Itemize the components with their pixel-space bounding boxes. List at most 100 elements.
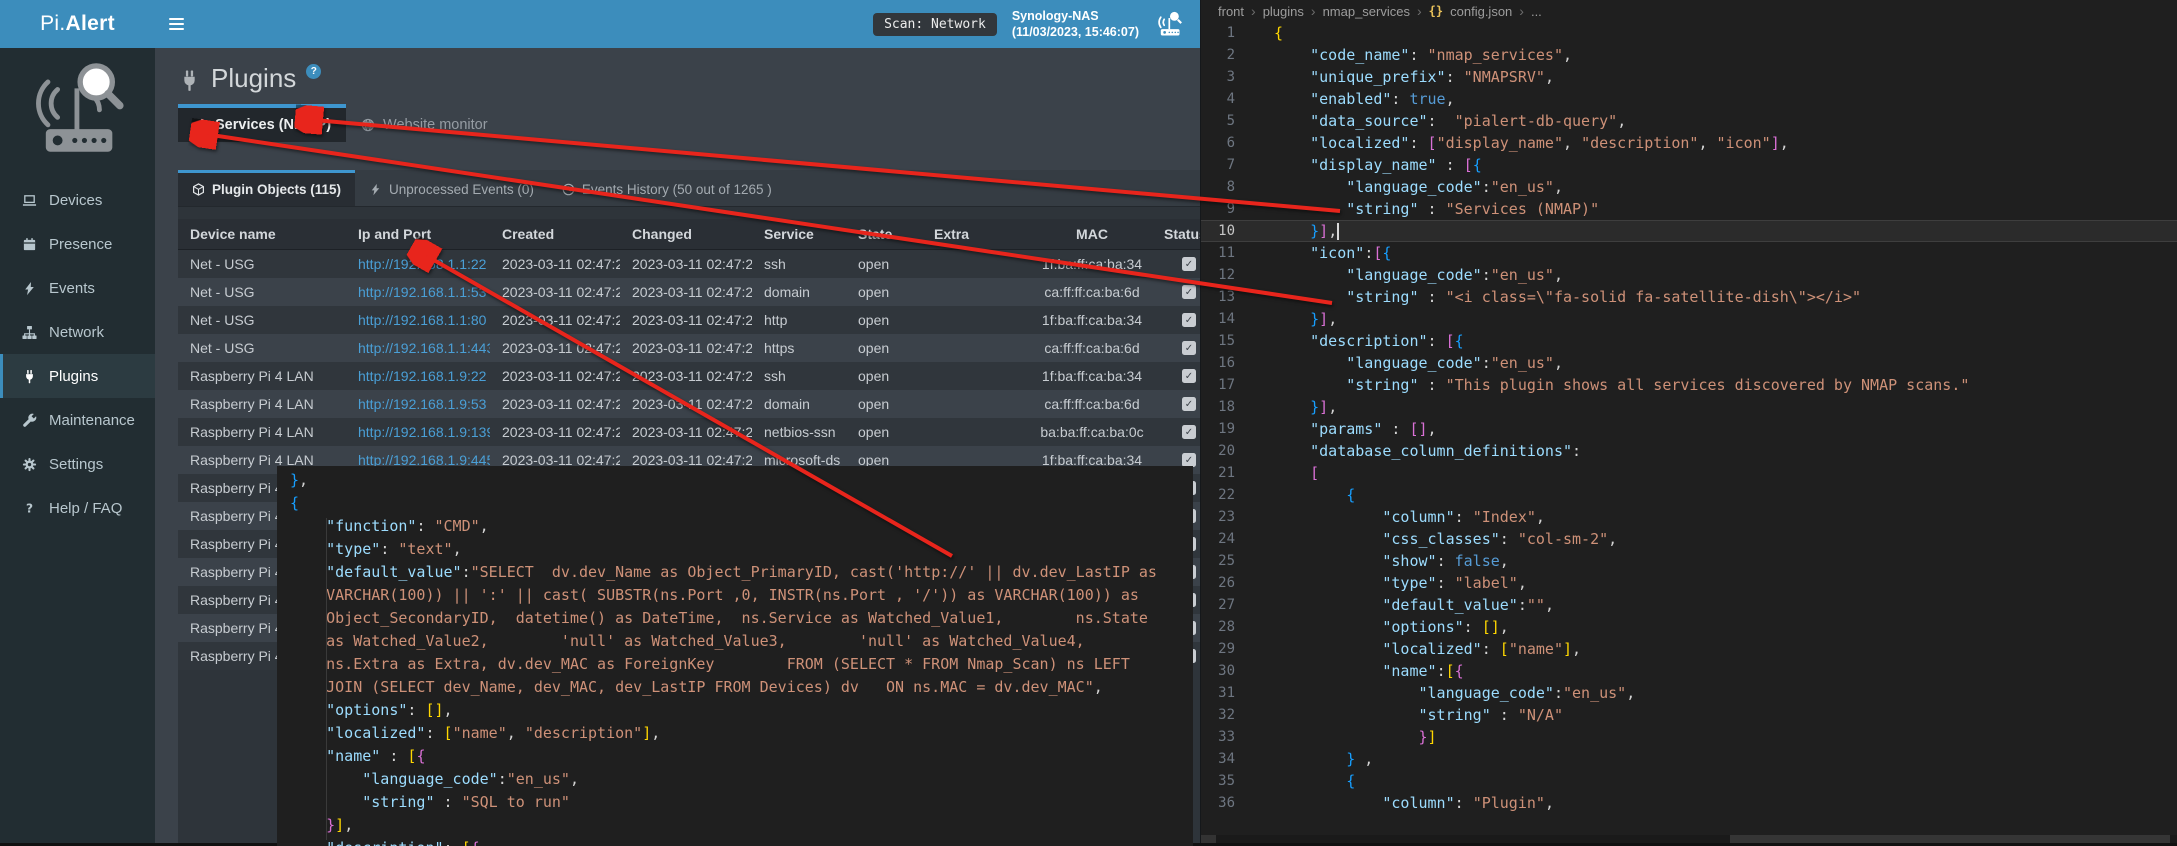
sidebar-item-settings[interactable]: Settings <box>0 442 155 486</box>
braces-icon: {} <box>1429 4 1443 18</box>
line-number: 27 <box>1201 594 1235 616</box>
line-number: 8 <box>1201 176 1235 198</box>
status-checkbox[interactable]: ✓ <box>1182 313 1196 327</box>
cell-ip-and-port: http://192.168.1.1:22 <box>346 256 490 272</box>
overlay-code-line: Object_SecondaryID, datetime() as DateTi… <box>290 607 1193 630</box>
column-header-created[interactable]: Created <box>490 226 620 242</box>
brand-prefix: Pi. <box>40 12 65 36</box>
status-checkbox[interactable]: ✓ <box>1182 285 1196 299</box>
cell-status: ✓ <box>1152 341 1200 355</box>
sidebar-item-help-faq[interactable]: ?Help / FAQ <box>0 486 155 530</box>
cell-state: open <box>846 256 922 272</box>
line-number: 2 <box>1201 44 1235 66</box>
pialert-mini-logo-icon <box>1154 9 1188 39</box>
device-url-link[interactable]: http://192.168.1.9:53 <box>358 396 486 412</box>
panel-tab-events-history-50-out-of-1265[interactable]: Events History (50 out of 1265 ) <box>548 170 786 206</box>
sidebar-item-devices[interactable]: Devices <box>0 178 155 222</box>
line-number: 23 <box>1201 506 1235 528</box>
column-header-extra[interactable]: Extra <box>922 226 1032 242</box>
code-line: 33 }] <box>1201 726 2177 748</box>
status-checkbox[interactable]: ✓ <box>1182 425 1196 439</box>
panel-tab-plugin-objects-115[interactable]: Plugin Objects (115) <box>178 170 355 206</box>
plug-icon <box>22 369 37 384</box>
sidebar-item-plugins[interactable]: Plugins <box>0 354 155 398</box>
cell-created: 2023-03-11 02:47:20 <box>490 284 620 300</box>
table-row: Net - USGhttp://192.168.1.1:222023-03-11… <box>178 250 1200 278</box>
help-badge[interactable]: ? <box>306 64 321 79</box>
column-header-mac[interactable]: MAC <box>1032 226 1152 242</box>
column-header-status[interactable]: Status <box>1152 226 1200 242</box>
column-header-state[interactable]: State <box>846 226 922 242</box>
editor-code-area[interactable]: 1{2 "code_name": "nmap_services",3 "uniq… <box>1201 22 2177 814</box>
line-number: 29 <box>1201 638 1235 660</box>
breadcrumb: front›plugins›nmap_services›{}config.jso… <box>1201 0 2177 22</box>
cell-status: ✓ <box>1152 313 1200 327</box>
sidebar-item-maintenance[interactable]: Maintenance <box>0 398 155 442</box>
cell-changed: 2023-03-11 02:47:20 <box>620 312 752 328</box>
code-line: 29 "localized": ["name"], <box>1201 638 2177 660</box>
status-checkbox[interactable]: ✓ <box>1182 341 1196 355</box>
host-timestamp: (11/03/2023, 15:46:07) <box>1012 24 1139 40</box>
code-line: 16 "language_code":"en_us", <box>1201 352 2177 374</box>
breadcrumb-plugins[interactable]: plugins <box>1263 4 1304 19</box>
code-line: 11 "icon":[{ <box>1201 242 2177 264</box>
tab-services-nmap[interactable]: Services (NMAP) <box>178 104 346 142</box>
scrollbar-thumb[interactable] <box>1730 835 2170 843</box>
status-checkbox[interactable]: ✓ <box>1182 453 1196 467</box>
code-line: 19 "params" : [], <box>1201 418 2177 440</box>
sidebar-item-network[interactable]: Network <box>0 310 155 354</box>
top-navbar: Pi.Alert Scan: Network Synology-NAS (11/… <box>0 0 1200 48</box>
sidebar-item-events[interactable]: Events <box>0 266 155 310</box>
code-line: 13 "string" : "<i class=\"fa-solid fa-sa… <box>1201 286 2177 308</box>
cell-created: 2023-03-11 02:47:20 <box>490 340 620 356</box>
brand-logo[interactable]: Pi.Alert <box>0 0 155 48</box>
column-header-ip-and-port[interactable]: Ip and Port <box>346 226 490 242</box>
line-number: 5 <box>1201 110 1235 132</box>
breadcrumb-separator: › <box>1311 3 1316 19</box>
line-number: 21 <box>1201 462 1235 484</box>
status-checkbox[interactable]: ✓ <box>1182 369 1196 383</box>
device-url-link[interactable]: http://192.168.1.1:443 <box>358 340 490 356</box>
table-header-row: Device nameIp and PortCreatedChangedServ… <box>178 219 1200 250</box>
tab-website-monitor[interactable]: Website monitor <box>346 104 503 142</box>
status-checkbox[interactable]: ✓ <box>1182 397 1196 411</box>
sidebar-item-label: Plugins <box>49 368 98 385</box>
code-line: 25 "show": false, <box>1201 550 2177 572</box>
device-url-link[interactable]: http://192.168.1.9:139 <box>358 424 490 440</box>
sidebar-item-presence[interactable]: Presence <box>0 222 155 266</box>
breadcrumb-nmap-services[interactable]: nmap_services <box>1323 4 1410 19</box>
breadcrumb-config-json[interactable]: config.json <box>1450 4 1512 19</box>
line-number: 13 <box>1201 286 1235 308</box>
cell-status: ✓ <box>1152 425 1200 439</box>
text-cursor <box>1337 223 1339 240</box>
breadcrumb-[interactable]: ... <box>1531 4 1542 19</box>
column-header-changed[interactable]: Changed <box>620 226 752 242</box>
cell-mac: 1f:ba:ff:ca:ba:34 <box>1032 312 1152 328</box>
status-checkbox[interactable]: ✓ <box>1182 257 1196 271</box>
page-title: Plugins <box>211 63 296 93</box>
cell-changed: 2023-03-11 02:47:20 <box>620 340 752 356</box>
device-url-link[interactable]: http://192.168.1.1:80 <box>358 312 486 328</box>
sidebar-item-label: Events <box>49 280 95 297</box>
cell-status: ✓ <box>1152 257 1200 271</box>
pialert-logo <box>0 48 155 172</box>
panel-tab-unprocessed-events-0[interactable]: Unprocessed Events (0) <box>355 170 548 206</box>
cell-service: netbios-ssn <box>752 424 846 440</box>
device-url-link[interactable]: http://192.168.1.9:22 <box>358 368 486 384</box>
cell-changed: 2023-03-11 02:47:20 <box>620 256 752 272</box>
cell-status: ✓ <box>1152 285 1200 299</box>
column-header-device-name[interactable]: Device name <box>178 226 346 242</box>
device-url-link[interactable]: http://192.168.1.1:22 <box>358 256 486 272</box>
column-header-service[interactable]: Service <box>752 226 846 242</box>
code-line: 17 "string" : "This plugin shows all ser… <box>1201 374 2177 396</box>
line-number: 33 <box>1201 726 1235 748</box>
svg-text:?: ? <box>26 501 33 515</box>
editor-horizontal-scrollbar[interactable] <box>1201 835 2177 843</box>
sidebar-item-label: Devices <box>49 192 102 209</box>
line-number: 9 <box>1201 198 1235 220</box>
overlay-code-line: { <box>290 492 1193 515</box>
sidebar-menu: Devices Presence Events Network Plugins Maint… <box>0 178 155 530</box>
device-url-link[interactable]: http://192.168.1.1:53 <box>358 284 486 300</box>
breadcrumb-front[interactable]: front <box>1218 4 1244 19</box>
hamburger-menu-icon[interactable] <box>155 0 197 48</box>
